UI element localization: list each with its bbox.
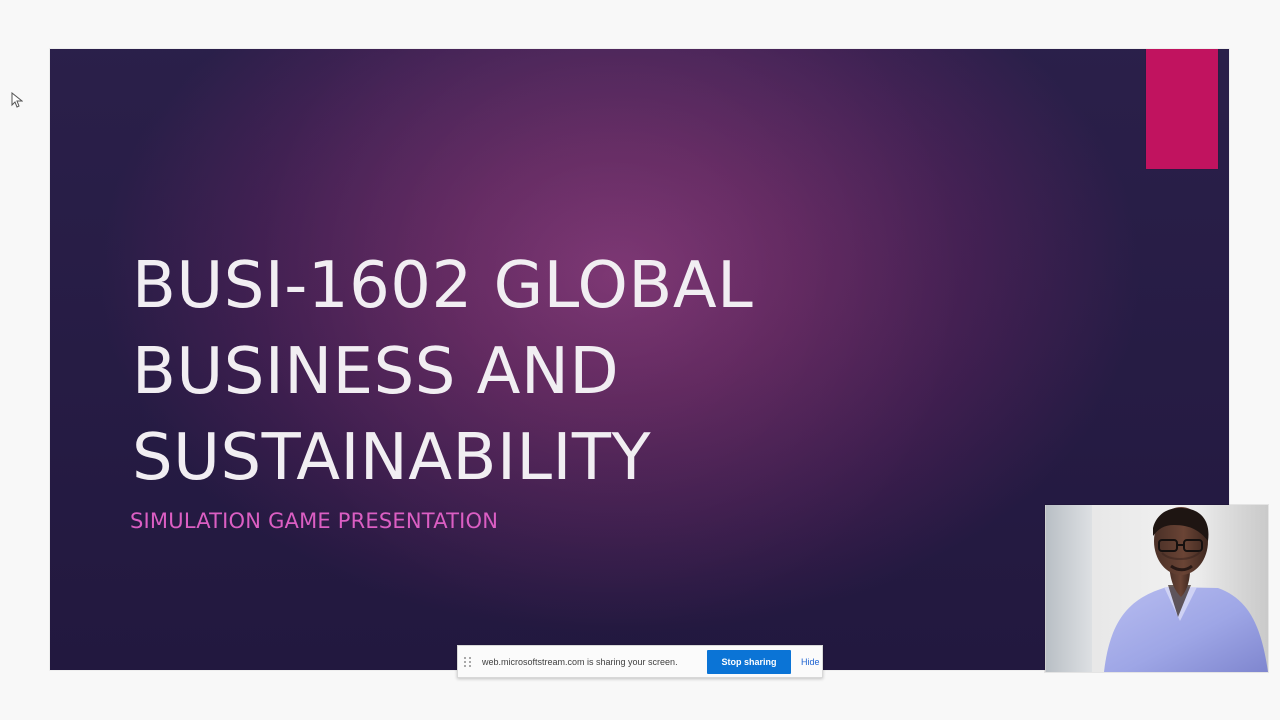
hide-link[interactable]: Hide (801, 656, 820, 668)
presenter-image (1104, 507, 1268, 672)
webcam-video (1045, 505, 1268, 672)
slide-subtitle: SIMULATION GAME PRESENTATION (130, 509, 499, 533)
accent-bar (1146, 49, 1218, 169)
mouse-pointer-icon (11, 92, 23, 108)
screen-recording-frame: BUSI-1602 GLOBAL BUSINESS AND SUSTAINABI… (0, 0, 1280, 720)
screen-share-notification: web.microsoftstream.com is sharing your … (457, 645, 823, 678)
slide-title: BUSI-1602 GLOBAL BUSINESS AND SUSTAINABI… (132, 249, 754, 495)
stop-sharing-button[interactable]: Stop sharing (707, 649, 791, 674)
sharing-status-text: web.microsoftstream.com is sharing your … (482, 656, 678, 667)
drag-handle-icon[interactable] (464, 654, 474, 670)
